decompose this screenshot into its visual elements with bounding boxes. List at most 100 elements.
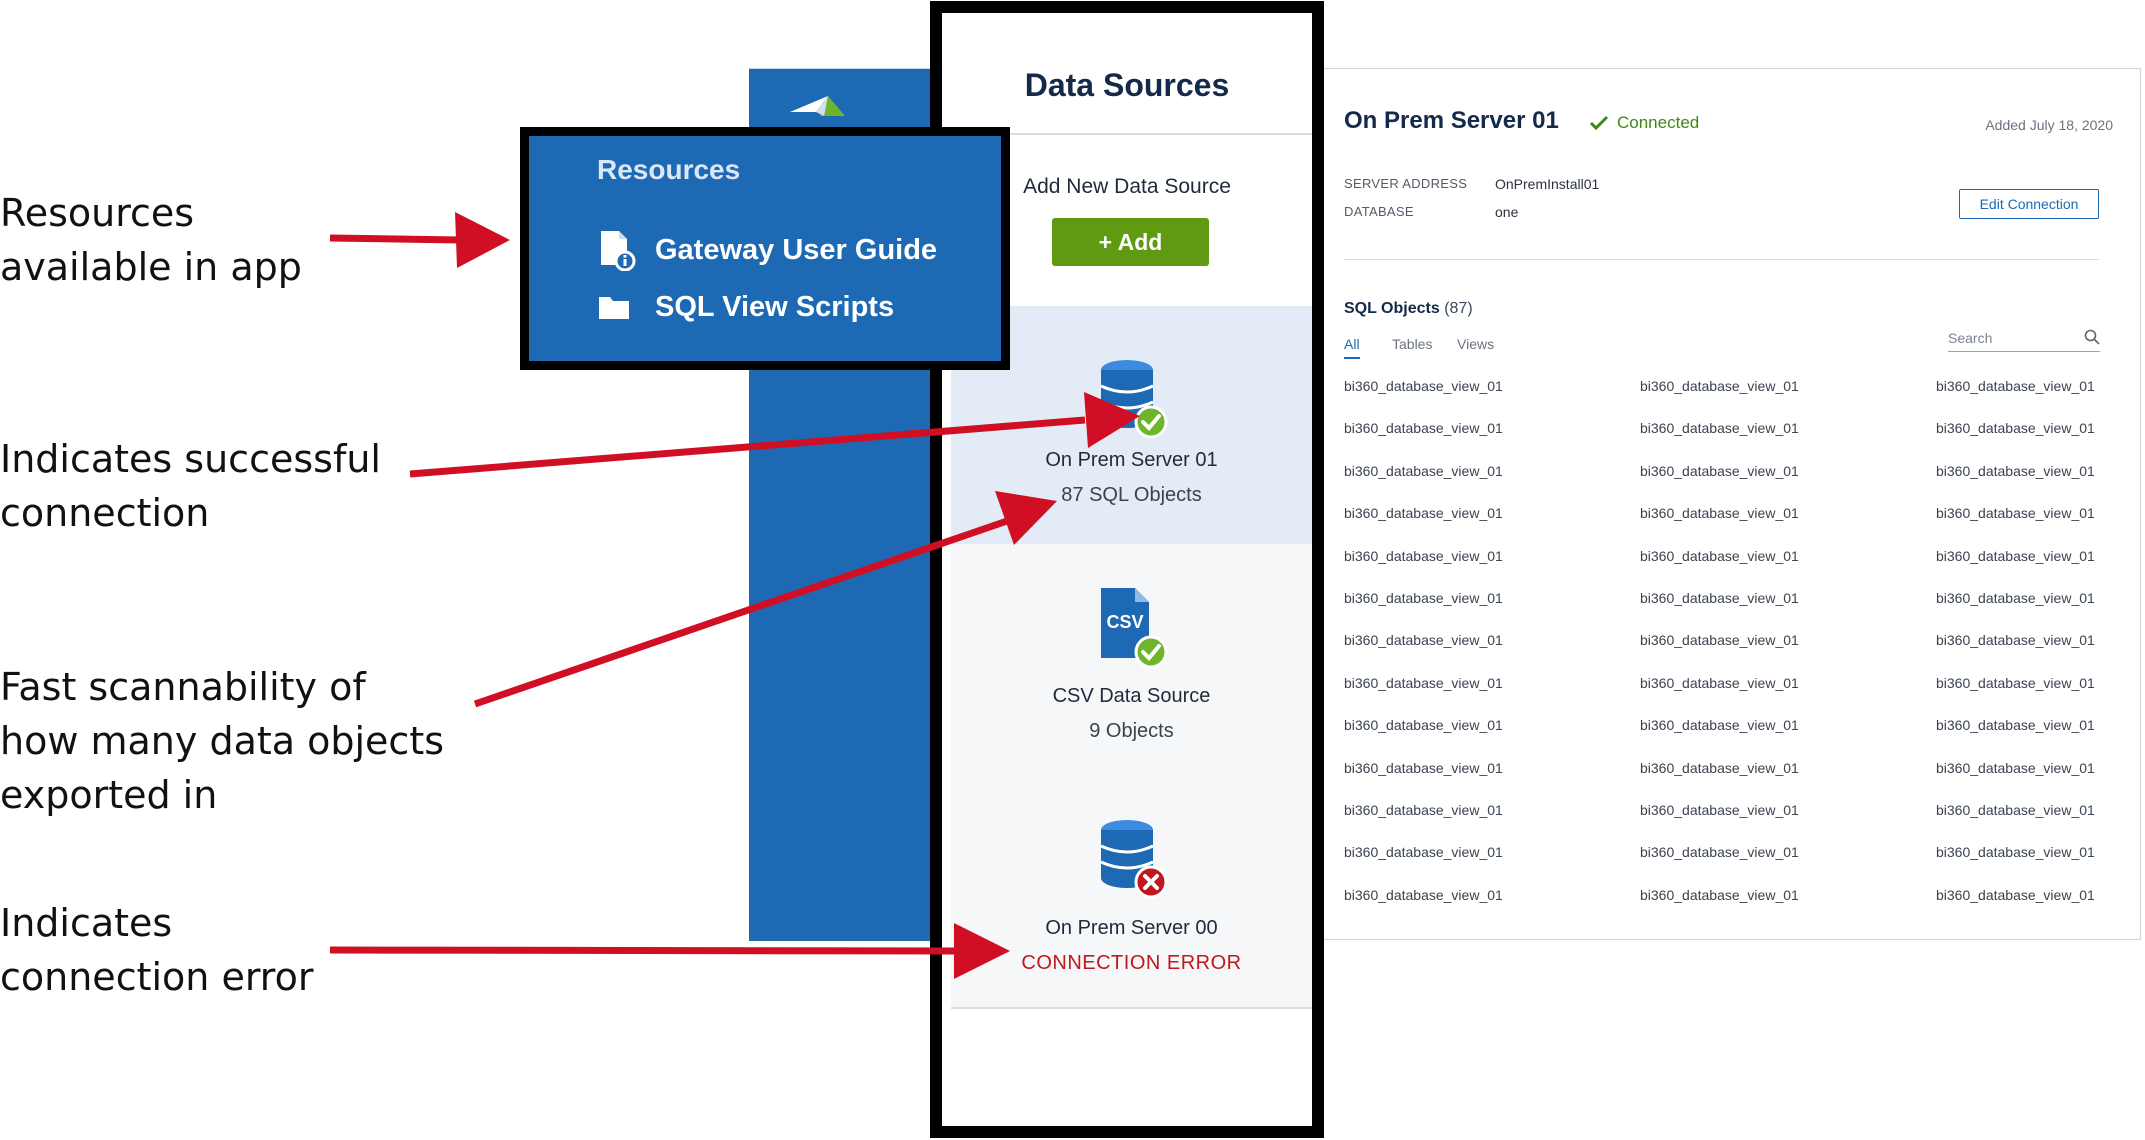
connection-status-label: Connected	[1617, 113, 1700, 132]
sql-object-item[interactable]: bi360_database_view_01	[1936, 535, 2116, 577]
sql-object-item[interactable]: bi360_database_view_01	[1344, 704, 1640, 746]
sql-object-item[interactable]: bi360_database_view_01	[1640, 492, 1936, 534]
tab-views[interactable]: Views	[1457, 336, 1494, 357]
annotation-line: exported in	[0, 773, 218, 817]
table-row: bi360_database_view_01 bi360_database_vie…	[1344, 450, 2124, 492]
table-row: bi360_database_view_01 bi360_database_vie…	[1344, 407, 2124, 449]
data-source-card-on-prem-server-00[interactable]: On Prem Server 00 CONNECTION ERROR	[951, 772, 1312, 1009]
connection-error-status: CONNECTION ERROR	[1021, 952, 1242, 974]
sql-object-item[interactable]: bi360_database_view_01	[1344, 747, 1640, 789]
edit-connection-button[interactable]: Edit Connection	[1959, 189, 2099, 219]
sql-object-item[interactable]: bi360_database_view_01	[1640, 577, 1936, 619]
annotation-line: Indicates successful	[0, 437, 381, 481]
sql-objects-heading: SQL Objects (87)	[1344, 300, 1473, 318]
database-label: DATABASE	[1344, 204, 1414, 219]
server-title: On Prem Server 01	[1344, 107, 1559, 134]
table-row: bi360_database_view_01 bi360_database_vie…	[1344, 365, 2124, 407]
sql-object-item[interactable]: bi360_database_view_01	[1640, 874, 1936, 916]
sql-object-item[interactable]: bi360_database_view_01	[1344, 450, 1640, 492]
search-icon[interactable]	[2084, 329, 2100, 345]
sql-object-item[interactable]: bi360_database_view_01	[1344, 492, 1640, 534]
sql-object-item[interactable]: bi360_database_view_01	[1936, 365, 2116, 407]
add-data-source-button[interactable]: + Add	[1052, 218, 1209, 266]
sql-object-item[interactable]: bi360_database_view_01	[1936, 577, 2116, 619]
table-row: bi360_database_view_01 bi360_database_vie…	[1344, 831, 2124, 873]
check-icon	[1589, 115, 1609, 131]
sql-objects-grid: bi360_database_view_01 bi360_database_vie…	[1344, 365, 2124, 916]
sql-object-item[interactable]: bi360_database_view_01	[1344, 407, 1640, 449]
data-source-name: CSV Data Source	[1052, 685, 1211, 707]
sql-object-item[interactable]: bi360_database_view_01	[1936, 492, 2116, 534]
annotation-line: available in app	[0, 245, 302, 289]
annotation-error: Indicates connection error	[0, 896, 313, 1004]
sql-object-item[interactable]: bi360_database_view_01	[1640, 831, 1936, 873]
data-source-card-csv[interactable]: CSV CSV Data Source 9 Objects	[951, 544, 1312, 774]
database-error-icon	[1100, 820, 1168, 899]
sql-object-item[interactable]: bi360_database_view_01	[1344, 874, 1640, 916]
sql-object-item[interactable]: bi360_database_view_01	[1344, 789, 1640, 831]
table-row: bi360_database_view_01 bi360_database_vie…	[1344, 492, 2124, 534]
sql-object-item[interactable]: bi360_database_view_01	[1344, 365, 1640, 407]
table-row: bi360_database_view_01 bi360_database_vie…	[1344, 662, 2124, 704]
annotation-line: how many data objects	[0, 719, 445, 763]
sql-object-item[interactable]: bi360_database_view_01	[1640, 535, 1936, 577]
annotation-line: Indicates	[0, 901, 173, 945]
sql-object-item[interactable]: bi360_database_view_01	[1936, 831, 2116, 873]
sql-object-item[interactable]: bi360_database_view_01	[1640, 662, 1936, 704]
sql-object-item[interactable]: bi360_database_view_01	[1640, 407, 1936, 449]
data-source-object-count: 87 SQL Objects	[1061, 484, 1202, 506]
sql-objects-label: SQL Objects	[1344, 300, 1440, 317]
data-source-name: On Prem Server 01	[1045, 449, 1218, 471]
sql-object-item[interactable]: bi360_database_view_01	[1640, 365, 1936, 407]
logo-icon	[790, 96, 845, 116]
sql-object-item[interactable]: bi360_database_view_01	[1344, 831, 1640, 873]
table-row: bi360_database_view_01 bi360_database_vie…	[1344, 874, 2124, 916]
resource-item-label: SQL View Scripts	[655, 290, 895, 323]
sql-object-item[interactable]: bi360_database_view_01	[1344, 535, 1640, 577]
annotation-line: Resources	[0, 191, 195, 235]
search-input[interactable]	[1948, 325, 2100, 352]
sql-object-item[interactable]: bi360_database_view_01	[1640, 450, 1936, 492]
sql-object-item[interactable]: bi360_database_view_01	[1640, 619, 1936, 661]
sql-object-item[interactable]: bi360_database_view_01	[1344, 577, 1640, 619]
resource-item-sql-view-scripts[interactable]: SQL View Scripts	[597, 282, 894, 332]
svg-text:CSV: CSV	[1106, 612, 1143, 632]
added-date: Added July 18, 2020	[1985, 117, 2113, 133]
sql-object-item[interactable]: bi360_database_view_01	[1344, 619, 1640, 661]
table-row: bi360_database_view_01 bi360_database_vie…	[1344, 789, 2124, 831]
sql-object-item[interactable]: bi360_database_view_01	[1936, 874, 2116, 916]
sql-object-item[interactable]: bi360_database_view_01	[1936, 407, 2116, 449]
data-source-detail-panel: On Prem Server 01 Connected Added July 1…	[1324, 68, 2141, 940]
server-address-value: OnPremInstall01	[1495, 176, 1600, 192]
sql-object-item[interactable]: bi360_database_view_01	[1640, 747, 1936, 789]
sql-object-item[interactable]: bi360_database_view_01	[1936, 789, 2116, 831]
arrow-resources	[329, 212, 510, 268]
sql-object-item[interactable]: bi360_database_view_01	[1936, 619, 2116, 661]
resource-item-gateway-user-guide[interactable]: Gateway User Guide	[597, 225, 937, 275]
sql-objects-count: (87)	[1444, 300, 1473, 317]
annotation-line: connection error	[0, 955, 314, 999]
sql-object-item[interactable]: bi360_database_view_01	[1640, 704, 1936, 746]
sql-object-item[interactable]: bi360_database_view_01	[1936, 662, 2116, 704]
resources-panel: Resources Gateway User Guide SQL View Sc…	[520, 127, 1010, 370]
annotation-resources: Resources available in app	[0, 186, 302, 294]
sql-object-item[interactable]: bi360_database_view_01	[1936, 747, 2116, 789]
sql-object-item[interactable]: bi360_database_view_01	[1640, 789, 1936, 831]
tab-all[interactable]: All	[1344, 336, 1360, 359]
database-check-icon	[1100, 360, 1168, 439]
table-row: bi360_database_view_01 bi360_database_vie…	[1344, 704, 2124, 746]
table-row: bi360_database_view_01 bi360_database_vie…	[1344, 535, 2124, 577]
tab-tables[interactable]: Tables	[1392, 336, 1432, 357]
table-row: bi360_database_view_01 bi360_database_vie…	[1344, 619, 2124, 661]
data-source-name: On Prem Server 00	[1045, 917, 1218, 939]
data-source-object-count: 9 Objects	[1089, 720, 1174, 742]
server-address-label: SERVER ADDRESS	[1344, 176, 1468, 191]
sql-object-item[interactable]: bi360_database_view_01	[1344, 662, 1640, 704]
data-sources-title: Data Sources	[1024, 67, 1230, 103]
folder-icon	[597, 285, 641, 329]
database-value: one	[1495, 204, 1519, 220]
sql-object-item[interactable]: bi360_database_view_01	[1936, 704, 2116, 746]
sql-object-item[interactable]: bi360_database_view_01	[1936, 450, 2116, 492]
table-row: bi360_database_view_01 bi360_database_vie…	[1344, 747, 2124, 789]
divider	[1344, 259, 2099, 260]
